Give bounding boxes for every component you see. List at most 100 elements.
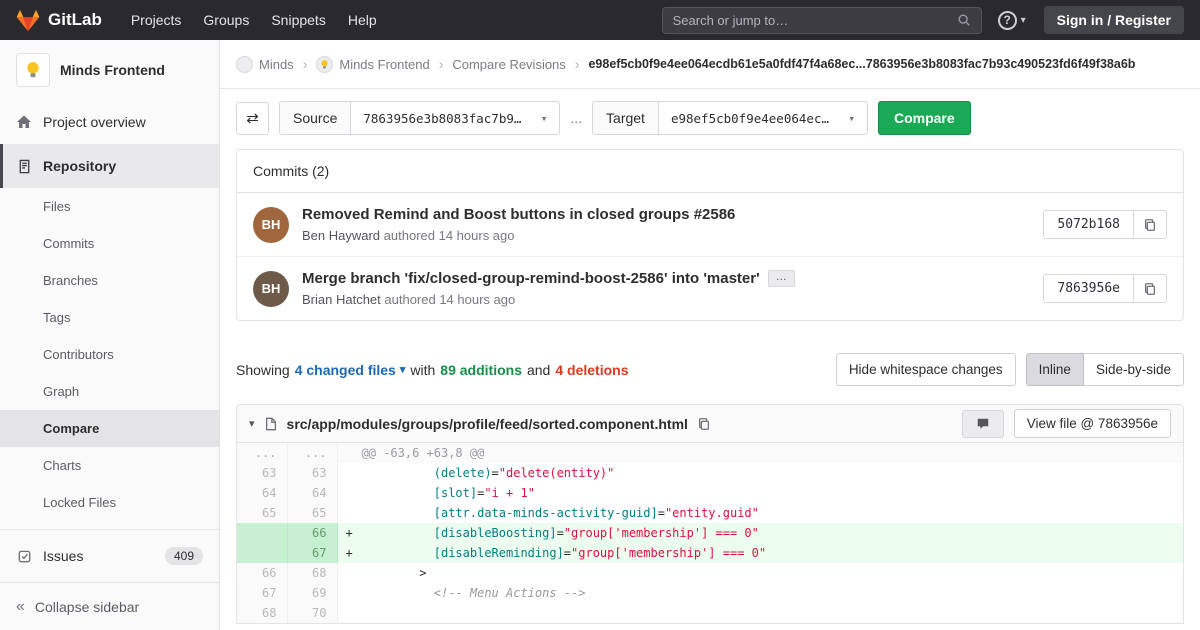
search-input[interactable]: [672, 12, 957, 28]
diff-line-number-old[interactable]: 66: [237, 563, 288, 583]
sidebar-item-locked-files[interactable]: Locked Files: [0, 484, 219, 521]
source-dropdown[interactable]: 7863956e3b8083fac7b9… ▾: [351, 102, 559, 134]
side-by-side-view-button[interactable]: Side-by-side: [1083, 353, 1184, 386]
sidebar-item-charts[interactable]: Charts: [0, 447, 219, 484]
global-search[interactable]: [661, 6, 982, 34]
diff-line-number-new[interactable]: 65: [287, 503, 338, 523]
view-file-button[interactable]: View file @ 7863956e: [1013, 409, 1171, 438]
code-segment: >: [361, 566, 427, 580]
sidebar-item-graph[interactable]: Graph: [0, 373, 219, 410]
copy-sha-button[interactable]: [1134, 274, 1167, 303]
diff-line-number-old[interactable]: [237, 543, 288, 563]
diff-line-number-new[interactable]: 64: [287, 483, 338, 503]
commit-author[interactable]: Ben Hayward: [302, 228, 380, 243]
project-avatar: [16, 53, 50, 87]
sidebar-divider: [0, 529, 219, 530]
code-segment: =: [657, 506, 665, 520]
diff-line-number-new[interactable]: 63: [287, 463, 338, 483]
avatar[interactable]: BH: [253, 270, 289, 307]
breadcrumb-current-range: e98ef5cb0f9e4ee064ecdb61e5a0fdf47f4a68ec…: [588, 57, 1136, 71]
code-segment: "group['membership'] === 0": [571, 546, 767, 560]
toggle-comments-button[interactable]: [961, 409, 1004, 438]
diff-code-cell: [slot]="i + 1": [337, 483, 1183, 503]
commits-panel-title: Commits (2): [237, 150, 1183, 193]
sidebar-item-commits[interactable]: Commits: [0, 225, 219, 262]
sign-in-button[interactable]: Sign in / Register: [1043, 6, 1184, 34]
sidebar-item-repository[interactable]: Repository: [0, 144, 219, 188]
nav-projects[interactable]: Projects: [120, 0, 193, 40]
diff-line-number-old[interactable]: 68: [237, 603, 288, 623]
sidebar-item-tags[interactable]: Tags: [0, 299, 219, 336]
diff-line-number-new[interactable]: 68: [287, 563, 338, 583]
toggle-description-button[interactable]: …: [767, 270, 795, 287]
diff-line-number-old[interactable]: 63: [237, 463, 288, 483]
nav-groups[interactable]: Groups: [192, 0, 260, 40]
diff-line-number-new[interactable]: 69: [287, 583, 338, 603]
project-avatar-icon: [316, 55, 334, 73]
diff-table: ...... @@ -63,6 +63,8 @@ 63 63 (delete)="d…: [237, 443, 1183, 623]
repository-icon: [16, 158, 32, 174]
commit-title[interactable]: Removed Remind and Boost buttons in clos…: [302, 206, 735, 223]
diff-code-cell: + [disableBoosting]="group['membership']…: [337, 523, 1183, 543]
code-segment: [attr.data-minds-activity-guid]: [433, 506, 658, 520]
hide-whitespace-button[interactable]: Hide whitespace changes: [835, 353, 1016, 386]
sidebar-item-branches[interactable]: Branches: [0, 262, 219, 299]
diff-line-number-old[interactable]: 65: [237, 503, 288, 523]
diff-line-number-new[interactable]: ...: [287, 443, 338, 463]
sidebar-item-issues[interactable]: Issues 409: [0, 534, 219, 578]
diff-line-number-new[interactable]: 67: [287, 543, 338, 563]
sidebar-item-project-overview[interactable]: Project overview: [0, 100, 219, 144]
home-icon: [16, 114, 32, 130]
sidebar-item-files[interactable]: Files: [0, 188, 219, 225]
breadcrumb-minds-frontend[interactable]: Minds Frontend: [316, 55, 430, 73]
sidebar-item-label: Issues: [43, 548, 84, 564]
page-content: ⇄ Source 7863956e3b8083fac7b9… ▾ ... Tar…: [220, 101, 1200, 624]
breadcrumb-minds[interactable]: Minds: [236, 55, 294, 73]
commit-authored-ago: authored 14 hours ago: [384, 292, 516, 307]
breadcrumb-compare-revisions[interactable]: Compare Revisions: [452, 57, 565, 72]
diff-code-cell: [337, 603, 1183, 623]
sidebar-item-compare[interactable]: Compare: [0, 410, 219, 447]
sidebar-project-header[interactable]: Minds Frontend: [0, 40, 219, 100]
diff-line-number-new[interactable]: 66: [287, 523, 338, 543]
diff-line-number-old[interactable]: 67: [237, 583, 288, 603]
gitlab-logo[interactable]: GitLab: [16, 9, 102, 32]
diff-marker: [346, 443, 362, 463]
diff-line-number-new[interactable]: 70: [287, 603, 338, 623]
chevron-down-icon: ▾: [540, 111, 548, 125]
copy-path-icon[interactable]: [697, 417, 711, 431]
changed-files-dropdown[interactable]: 4 changed files ▾: [295, 362, 406, 378]
diff-line-number-old[interactable]: [237, 523, 288, 543]
commit-row: BH Removed Remind and Boost buttons in c…: [237, 193, 1183, 256]
commit-sha-button[interactable]: 7863956e: [1043, 274, 1134, 303]
diff-row: 68 70: [237, 603, 1183, 623]
inline-view-button[interactable]: Inline: [1025, 353, 1084, 386]
diff-line-number-old[interactable]: 64: [237, 483, 288, 503]
copy-sha-button[interactable]: [1134, 210, 1167, 239]
swap-revisions-button[interactable]: ⇄: [236, 101, 269, 135]
diff-file-path[interactable]: src/app/modules/groups/profile/feed/sort…: [287, 416, 688, 432]
sidebar-item-contributors[interactable]: Contributors: [0, 336, 219, 373]
compare-button[interactable]: Compare: [877, 101, 971, 135]
collapse-file-icon[interactable]: ▾: [249, 417, 255, 430]
diff-row: 65 65 [attr.data-minds-activity-guid]="en…: [237, 503, 1183, 523]
diff-marker: [346, 563, 362, 583]
target-dropdown[interactable]: e98ef5cb0f9e4ee064ec… ▾: [659, 102, 867, 134]
help-menu[interactable]: ? ▾: [997, 10, 1026, 30]
commit-author[interactable]: Brian Hatchet: [302, 292, 381, 307]
diff-code-cell: + [disableReminding]="group['membership'…: [337, 543, 1183, 563]
diff-marker: [346, 483, 362, 503]
diff-view-controls: Hide whitespace changes Inline Side-by-s…: [835, 353, 1184, 386]
diff-line-number-old[interactable]: ...: [237, 443, 288, 463]
collapse-sidebar-button[interactable]: « Collapse sidebar: [0, 582, 219, 630]
commit-title[interactable]: Merge branch 'fix/closed-group-remind-bo…: [302, 270, 760, 287]
avatar[interactable]: BH: [253, 206, 289, 243]
breadcrumb-label: Minds Frontend: [339, 56, 430, 72]
nav-help[interactable]: Help: [337, 0, 388, 40]
diff-row: 63 63 (delete)="delete(entity)": [237, 463, 1183, 483]
diff-marker: [346, 463, 362, 483]
nav-snippets[interactable]: Snippets: [260, 0, 336, 40]
commit-sha-button[interactable]: 5072b168: [1043, 210, 1134, 239]
